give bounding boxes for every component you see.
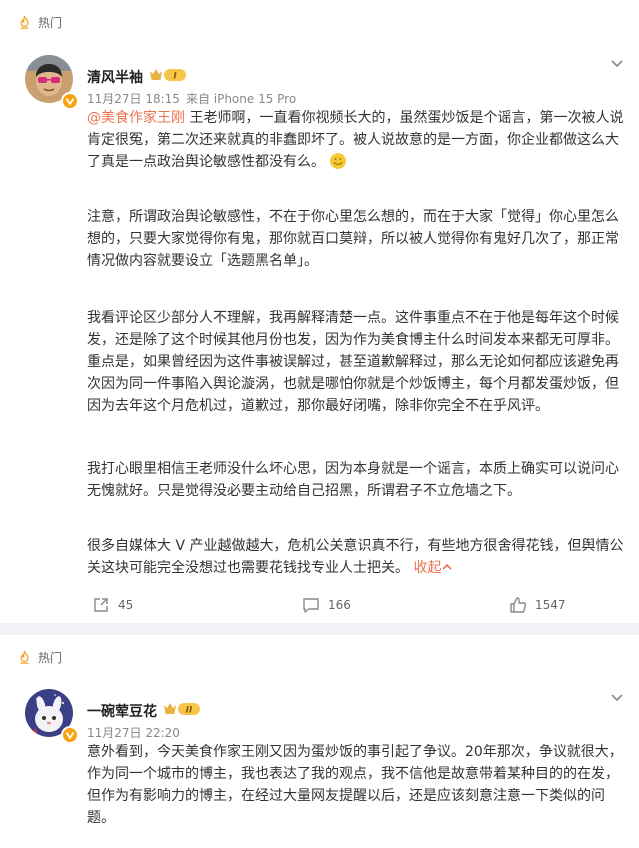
hot-tag: 热门 — [17, 649, 62, 666]
weibo-post-card: 热门 一碗荤豆花 II 11月27日 22:20 意外看到，今天美食作家王刚又因… — [0, 635, 639, 848]
share-count: 45 — [118, 598, 134, 612]
chevron-down-icon — [611, 60, 623, 68]
hot-flame-icon — [20, 650, 29, 664]
share-icon — [94, 598, 108, 612]
level-crown-badge[interactable]: II — [163, 701, 203, 717]
post-paragraph: 我打心眼里相信王老师没什么坏心思，因为本身就是一个谣言，本质上确实可以说问心无愧… — [87, 461, 619, 499]
post-date[interactable]: 11月27日 22:20 — [87, 726, 180, 740]
post-paragraph: 我看评论区少部分人不理解，我再解释清楚一点。这件事重点不在于他是每年这个时候发，… — [87, 310, 619, 414]
chevron-down-icon — [611, 694, 623, 702]
post-source: 来自 iPhone 15 Pro — [185, 92, 297, 106]
hot-tag: 热门 — [17, 14, 62, 31]
collapse-link[interactable]: 收起 — [413, 560, 453, 576]
emoji-icon — [330, 153, 347, 169]
verified-badge-icon — [61, 92, 79, 110]
hot-label: 热门 — [38, 651, 63, 665]
level-text: II — [186, 706, 193, 716]
post-actions-bar: 45 166 1547 — [0, 594, 639, 618]
weibo-post-card: 热门 清风半袖 I 11月27日 18:15 来自 iPhone 15 Pro @… — [0, 0, 639, 623]
post-meta: 11月27日 18:15 来自 iPhone 15 Pro — [87, 90, 302, 107]
post-paragraph: 很多自媒体大 V 产业越做越大，危机公关意识真不行，有些地方很舍得花钱，但舆情公… — [87, 535, 627, 579]
level-crown-badge[interactable]: I — [149, 67, 189, 83]
mention-link[interactable]: @美食作家王刚 — [87, 110, 185, 126]
post-paragraph: @美食作家王刚 王老师啊，一直看你视频长大的，虽然蛋炒饭是个谣言，第一次被人说肯… — [87, 107, 627, 173]
comment-icon — [303, 598, 319, 613]
more-options-button[interactable] — [609, 689, 625, 705]
verified-badge-icon — [61, 726, 79, 744]
more-options-button[interactable] — [609, 55, 625, 71]
like-count: 1547 — [535, 598, 566, 612]
username[interactable]: 一碗荤豆花 — [87, 701, 157, 721]
thumbs-up-icon — [510, 597, 527, 613]
hot-flame-icon — [20, 15, 29, 29]
post-date[interactable]: 11月27日 18:15 — [87, 92, 180, 106]
paragraph-text: 很多自媒体大 V 产业越做越大，危机公关意识真不行，有些地方很舍得花钱，但舆情公… — [87, 538, 624, 576]
like-button[interactable]: 1547 — [509, 594, 566, 616]
username[interactable]: 清风半袖 — [87, 67, 143, 87]
comment-button[interactable]: 166 — [302, 594, 351, 616]
hot-label: 热门 — [38, 16, 63, 30]
post-paragraph: 意外看到，今天美食作家王刚又因为蛋炒饭的事引起了争议。20年那次，争议就很大，作… — [87, 744, 623, 826]
post-paragraph: 注意，所谓政治舆论敏感性，不在于你心里怎么想的，而在于大家「觉得」你心里怎么想的… — [87, 209, 619, 269]
share-button[interactable]: 45 — [92, 594, 133, 616]
post-meta: 11月27日 22:20 — [87, 724, 186, 741]
chevron-up-icon — [442, 563, 453, 570]
collapse-label: 收起 — [413, 560, 442, 576]
comment-count: 166 — [328, 598, 351, 612]
